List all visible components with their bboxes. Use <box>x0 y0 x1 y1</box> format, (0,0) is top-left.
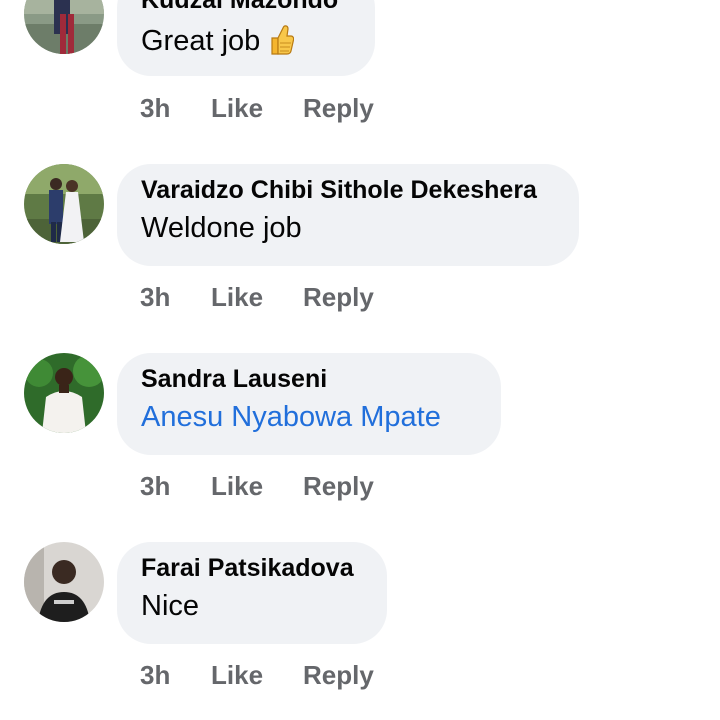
avatar[interactable] <box>24 164 104 244</box>
comment-timestamp: 3h <box>140 471 171 501</box>
comment-bubble: Sandra Lauseni Anesu Nyabowa Mpate <box>117 353 501 455</box>
thumbs-up-icon <box>268 22 295 64</box>
like-button[interactable]: Like <box>211 93 263 124</box>
comment-author[interactable]: Farai Patsikadova <box>141 554 354 583</box>
reply-button[interactable]: Reply <box>303 471 374 502</box>
avatar[interactable] <box>24 0 104 54</box>
mentioned-user-link[interactable]: Anesu Nyabowa Mpate <box>141 401 441 434</box>
like-button[interactable]: Like <box>211 471 263 502</box>
comment-text-content: Great job <box>141 25 261 57</box>
comment-text: Weldone job <box>141 212 302 244</box>
comment-author[interactable]: Sandra Lauseni <box>141 365 327 394</box>
like-button[interactable]: Like <box>211 282 263 313</box>
comment-bubble: Kudzai Mazondo Great job <box>117 0 375 76</box>
comment-bubble: Varaidzo Chibi Sithole Dekeshera Weldone… <box>117 164 579 266</box>
comment-timestamp: 3h <box>140 282 171 312</box>
comment-text: Great job <box>141 22 295 64</box>
comment-timestamp: 3h <box>140 660 171 690</box>
avatar[interactable] <box>24 353 104 433</box>
comment-author[interactable]: Kudzai Mazondo <box>141 0 338 15</box>
reply-button[interactable]: Reply <box>303 660 374 691</box>
comment-author[interactable]: Varaidzo Chibi Sithole Dekeshera <box>141 176 537 205</box>
reply-button[interactable]: Reply <box>303 93 374 124</box>
comment-text: Nice <box>141 590 200 622</box>
avatar[interactable] <box>24 542 104 622</box>
comment-timestamp: 3h <box>140 93 171 123</box>
like-button[interactable]: Like <box>211 660 263 691</box>
reply-button[interactable]: Reply <box>303 282 374 313</box>
comment-bubble: Farai Patsikadova Nice <box>117 542 387 644</box>
